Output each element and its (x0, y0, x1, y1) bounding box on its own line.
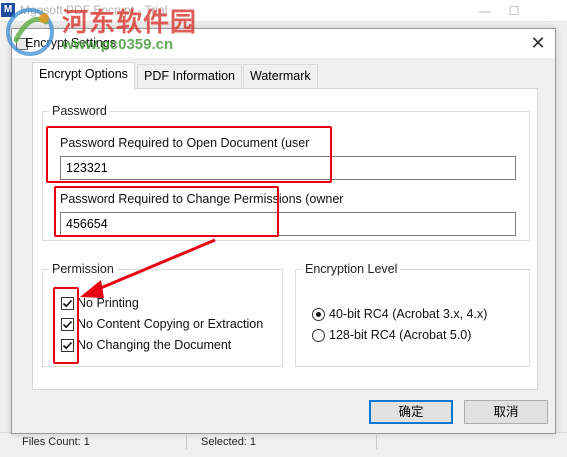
radio-40bit-label: 40-bit RC4 (Acrobat 3.x, 4.x) (329, 307, 488, 321)
encrypt-settings-dialog: Encrypt Settings ✕ Encrypt Options PDF I… (11, 28, 556, 434)
main-window-titlebar: M Mgosoft PDF Encrypt - Trial — ☐ (0, 0, 567, 22)
app-icon: M (1, 3, 15, 17)
main-window-title: Mgosoft PDF Encrypt - Trial (20, 3, 168, 17)
encryption-level-legend: Encryption Level (302, 262, 401, 276)
no-content-copying-label: No Content Copying or Extraction (77, 317, 264, 331)
radio-selected-icon (312, 308, 325, 321)
permission-group-legend: Permission (49, 262, 117, 276)
dialog-titlebar: Encrypt Settings ✕ (12, 29, 555, 58)
owner-password-label: Password Required to Change Permissions … (60, 192, 344, 206)
selected-status: Selected: 1 (201, 436, 257, 448)
encrypt-options-pane: Password Password Required to Open Docum… (32, 88, 538, 390)
radio-unselected-icon (312, 329, 325, 342)
encryption-level-group: Encryption Level 40-bit RC4 (Acrobat 3.x… (295, 262, 530, 367)
checkbox-check-icon (61, 297, 74, 310)
password-group-legend: Password (49, 104, 110, 118)
password-group: Password Password Required to Open Docum… (42, 104, 530, 241)
tab-pdf-information[interactable]: PDF Information (137, 64, 243, 88)
user-password-input[interactable] (60, 156, 516, 180)
checkbox-check-icon (61, 339, 74, 352)
status-bar: Files Count: 1 Selected: 1 (0, 432, 567, 457)
status-divider (376, 435, 377, 449)
close-icon[interactable]: ✕ (529, 34, 547, 52)
cancel-button[interactable]: 取消 (464, 400, 548, 424)
tab-watermark[interactable]: Watermark (243, 64, 318, 88)
radio-128bit-label: 128-bit RC4 (Acrobat 5.0) (329, 328, 472, 342)
checkbox-check-icon (61, 318, 74, 331)
user-password-label: Password Required to Open Document (user (60, 136, 310, 150)
files-count-status: Files Count: 1 (22, 436, 90, 448)
permission-group: Permission No Printing No Content Copyin… (42, 262, 283, 367)
maximize-button[interactable]: ☐ (494, 2, 534, 20)
tab-encrypt-options[interactable]: Encrypt Options (32, 62, 135, 90)
dialog-title: Encrypt Settings (25, 36, 117, 50)
ok-button[interactable]: 确定 (369, 400, 453, 424)
status-divider (186, 435, 187, 449)
no-changing-document-label: No Changing the Document (77, 338, 232, 352)
owner-password-input[interactable] (60, 212, 516, 236)
no-printing-label: No Printing (77, 296, 139, 310)
